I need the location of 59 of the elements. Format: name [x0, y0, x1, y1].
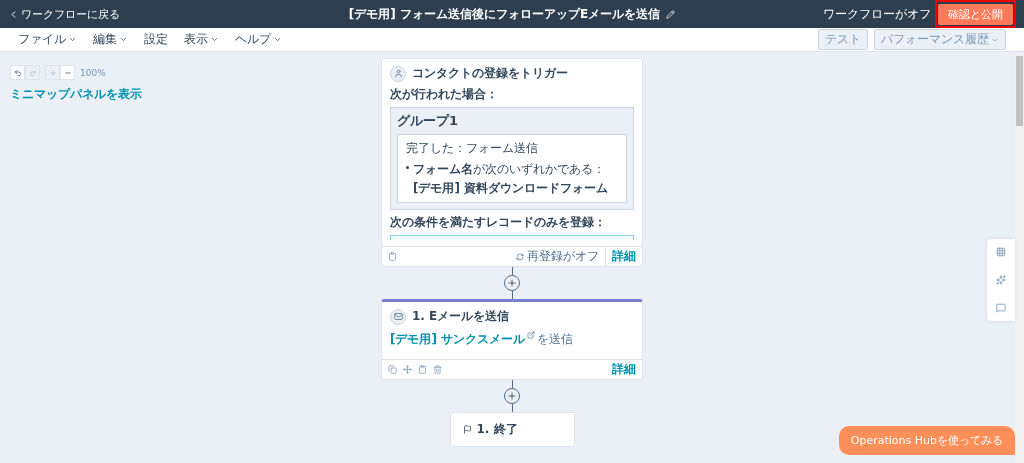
scrollbar[interactable] — [1015, 52, 1024, 463]
edit-icon[interactable] — [666, 9, 676, 19]
plus-icon — [507, 278, 517, 288]
when-label: 次が行われた場合： — [390, 86, 499, 103]
back-link[interactable]: ワークフローに戻る — [8, 6, 258, 22]
chevron-down-icon — [210, 35, 219, 44]
flag-icon — [462, 425, 472, 434]
undo-icon — [13, 68, 22, 77]
chevron-down-icon — [273, 35, 282, 44]
trigger-card[interactable]: コンタクトの登録をトリガー 次が行われた場合： グループ1 完了した：フォーム送信 フォーム名が次のいずれかである： [デモ用] 資料ダウンロードフォーム 次の条件を満たすレコードのみを登録： 再登録がオフ 詳細 — [381, 58, 643, 267]
workflow-title: [デモ用] フォーム送信後にフォローアップEメールを送信 — [348, 5, 661, 23]
condition-value: [デモ用] 資料ダウンロードフォーム — [413, 180, 609, 197]
delete-icon[interactable] — [433, 365, 442, 374]
zoom-out-button[interactable] — [60, 65, 75, 80]
end-card[interactable]: 1. 終了 — [449, 412, 575, 447]
undo-button[interactable] — [10, 65, 25, 80]
end-title: 1. 終了 — [476, 421, 518, 438]
condition-detail: フォーム名が次のいずれかである： — [413, 161, 606, 178]
action-title: 1. Eメールを送信 — [412, 308, 510, 325]
chevron-down-icon — [119, 35, 128, 44]
trigger-title: コンタクトの登録をトリガー — [412, 65, 568, 82]
user-icon — [390, 65, 406, 82]
details-link[interactable]: 詳細 — [605, 247, 642, 266]
details-link[interactable]: 詳細 — [606, 360, 642, 379]
external-link-icon — [527, 331, 536, 339]
menu-item[interactable]: 設定 — [144, 31, 168, 48]
reenroll-toggle[interactable]: 再登録がオフ — [516, 248, 599, 265]
redo-icon — [28, 68, 37, 77]
menu-item[interactable]: 表示 — [184, 31, 219, 48]
refresh-icon — [516, 252, 524, 261]
zoom-level: 100% — [80, 67, 106, 78]
chevron-down-icon — [68, 35, 77, 44]
send-text: を送信 — [537, 331, 574, 348]
bullet-icon — [406, 166, 409, 169]
action-card[interactable]: 1. Eメールを送信 [デモ用] サンクスメール を送信 詳細 — [381, 299, 643, 380]
add-step-button[interactable] — [504, 388, 520, 404]
add-step-button[interactable] — [504, 275, 520, 291]
condition-title: 完了した：フォーム送信 — [406, 140, 539, 157]
plus-icon — [48, 68, 57, 77]
menu-item[interactable]: ファイル — [18, 31, 77, 48]
scrollbar-thumb[interactable] — [1016, 56, 1023, 126]
sparkle-icon[interactable] — [996, 275, 1006, 285]
clipboard-icon[interactable] — [418, 365, 427, 374]
mail-icon — [390, 308, 406, 325]
menu-item[interactable]: 編集 — [93, 31, 128, 48]
group-title: グループ1 — [397, 112, 460, 130]
chat-icon[interactable] — [996, 303, 1006, 313]
zoom-in-button[interactable] — [45, 65, 60, 80]
redo-button[interactable] — [25, 65, 40, 80]
copy-icon[interactable] — [388, 365, 397, 374]
filter-label: 次の条件を満たすレコードのみを登録： — [390, 214, 607, 231]
grid-icon[interactable] — [996, 247, 1006, 257]
clipboard-icon[interactable] — [388, 252, 397, 261]
menu-item[interactable]: ヘルプ — [235, 31, 282, 48]
workflow-status: ワークフローがオフ — [823, 5, 931, 23]
email-link[interactable]: [デモ用] サンクスメール — [390, 331, 526, 348]
plus-icon — [507, 391, 517, 401]
move-icon[interactable] — [403, 365, 412, 374]
filter-box[interactable] — [390, 235, 634, 240]
